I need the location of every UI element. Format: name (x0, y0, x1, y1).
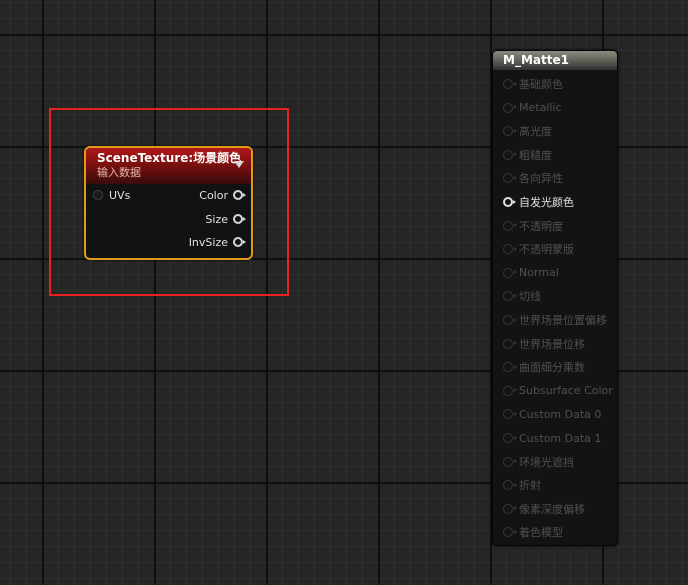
pin-circle-icon[interactable] (503, 409, 517, 420)
pin-circle-icon[interactable] (503, 173, 517, 184)
scene-texture-node[interactable]: SceneTexture:场景颜色 输入数据 UVs Color Size In… (84, 146, 253, 260)
pin-circle-icon[interactable] (233, 214, 246, 224)
output-pin-size[interactable]: Size (205, 211, 246, 227)
scene-texture-node-header[interactable]: SceneTexture:场景颜色 输入数据 (86, 148, 251, 184)
material-input-pin[interactable]: 粗糙度 (503, 147, 552, 163)
material-result-node[interactable]: M_Matte1 基础颜色 Metallic 高光度粗糙度各向异性自发光颜色不透明度… (492, 50, 618, 546)
chevron-down-icon[interactable] (234, 161, 244, 168)
pin-label: UVs (109, 188, 131, 202)
pin-circle-icon[interactable] (503, 456, 517, 467)
pin-label: 不透明蒙版 (519, 243, 574, 257)
pin-circle-icon[interactable] (503, 291, 517, 302)
material-input-pin[interactable]: 像素深度偏移 (503, 501, 585, 517)
pin-circle-icon[interactable] (503, 338, 517, 349)
pin-circle-icon[interactable] (503, 126, 517, 137)
pin-label: 自发光颜色 (519, 196, 574, 209)
material-input-pin[interactable]: 曲面细分乘数 (503, 359, 585, 375)
material-input-pin[interactable]: 世界场景位移 (503, 336, 585, 352)
material-input-pin[interactable]: 着色模型 (503, 524, 563, 540)
pin-circle-icon[interactable] (503, 102, 517, 113)
pin-circle-icon[interactable] (503, 220, 517, 231)
pin-label: 不透明度 (519, 219, 563, 233)
material-input-pin[interactable]: 折射 (503, 477, 541, 493)
pin-label: 折射 (519, 479, 541, 493)
pin-label: 切线 (519, 290, 541, 304)
material-input-pin[interactable]: 环境光遮挡 (503, 454, 574, 470)
material-input-pin[interactable]: Custom Data 1 (503, 430, 601, 446)
material-input-pin[interactable]: 世界场景位置偏移 (503, 312, 607, 328)
pin-circle-icon[interactable] (233, 190, 246, 200)
material-input-pin[interactable]: Subsurface Color (503, 383, 613, 399)
pin-circle-icon[interactable] (503, 503, 517, 514)
pin-label: Size (205, 212, 228, 226)
node-title: SceneTexture:场景颜色 (97, 151, 242, 165)
pin-circle-icon[interactable] (503, 197, 516, 207)
pin-label: 着色模型 (519, 526, 563, 540)
pin-circle-icon[interactable] (503, 79, 517, 89)
material-input-pin[interactable]: Metallic (503, 100, 562, 116)
pin-circle-icon[interactable] (503, 244, 517, 255)
material-input-pin[interactable]: 各向异性 (503, 170, 563, 186)
pin-label: 高光度 (519, 125, 552, 139)
pin-circle-icon[interactable] (503, 267, 517, 278)
pin-circle-icon[interactable] (503, 527, 517, 538)
material-node-title: M_Matte1 (493, 51, 617, 70)
pin-label: 世界场景位置偏移 (519, 314, 607, 327)
pin-circle-icon[interactable] (503, 149, 517, 160)
material-input-pin[interactable]: 不透明蒙版 (503, 241, 574, 257)
pin-label: Subsurface Color (519, 384, 613, 398)
pin-label: 世界场景位移 (519, 337, 585, 351)
pin-label: Normal (519, 266, 559, 280)
material-input-pin[interactable]: 切线 (503, 288, 541, 304)
material-input-pin[interactable]: 高光度 (503, 123, 552, 139)
scene-texture-node-body: UVs Color Size InvSize (86, 184, 251, 258)
pin-label: InvSize (188, 235, 228, 249)
pin-label: Custom Data 0 (519, 407, 602, 421)
pin-label: 像素深度偏移 (519, 502, 585, 516)
pin-label: Custom Data 1 (519, 431, 602, 445)
pin-circle-icon[interactable] (503, 362, 517, 373)
pin-label: 粗糙度 (519, 148, 552, 162)
pin-label: 环境光遮挡 (519, 455, 574, 469)
pin-label: 曲面细分乘数 (519, 361, 585, 375)
output-pin-invsize[interactable]: InvSize (188, 234, 246, 250)
pin-circle-icon[interactable] (93, 190, 103, 200)
pin-label: 各向异性 (519, 172, 563, 186)
material-input-pin[interactable]: 自发光颜色 (503, 194, 574, 210)
material-input-pin[interactable]: Normal (503, 265, 559, 281)
pin-label: 基础颜色 (519, 78, 563, 91)
material-input-pin[interactable]: 基础颜色 (503, 76, 563, 92)
pin-label: Metallic (519, 101, 562, 115)
pin-circle-icon[interactable] (503, 480, 517, 491)
pin-circle-icon[interactable] (503, 385, 517, 396)
output-pin-color[interactable]: Color (199, 187, 246, 203)
pin-circle-icon[interactable] (233, 237, 246, 247)
pin-circle-icon[interactable] (503, 433, 517, 443)
pin-circle-icon[interactable] (503, 315, 517, 325)
pin-label: Color (199, 188, 228, 202)
material-input-pin[interactable]: 不透明度 (503, 218, 563, 234)
input-pin-uvs[interactable]: UVs (93, 187, 130, 203)
node-subtitle: 输入数据 (97, 166, 141, 179)
material-input-pin[interactable]: Custom Data 0 (503, 406, 601, 422)
